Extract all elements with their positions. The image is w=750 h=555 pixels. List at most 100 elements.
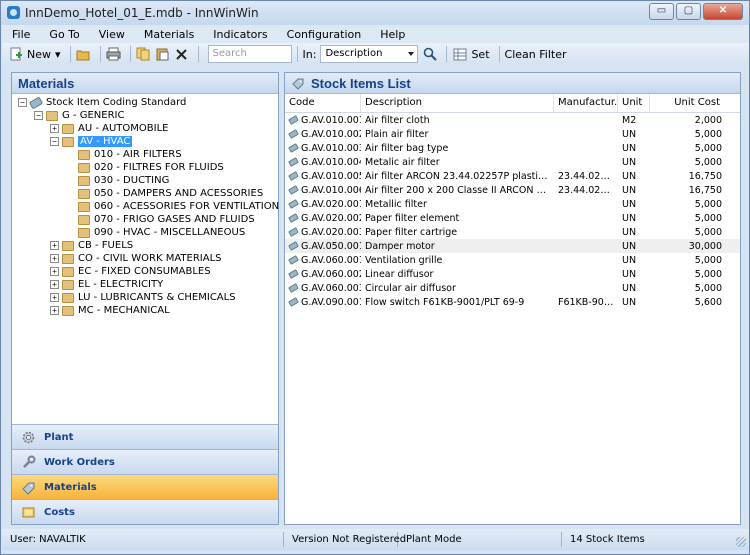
tree-node-lubricants[interactable]: + LU - LUBRICANTS & CHEMICALS bbox=[50, 291, 236, 304]
code-text: G.AV.010.003 bbox=[301, 142, 361, 154]
cell-unit: UN bbox=[622, 212, 637, 224]
expand-icon[interactable]: + bbox=[50, 267, 59, 276]
minimize-button[interactable]: ▭ bbox=[649, 3, 674, 20]
tree-node-air-filters[interactable]: 010 - AIR FILTERS bbox=[78, 148, 182, 161]
paste-icon[interactable] bbox=[155, 46, 171, 62]
column-header-description[interactable]: Description bbox=[361, 94, 554, 112]
table-row[interactable]: G.AV.010.005 Air filter ARCON 23.44.0225… bbox=[285, 169, 740, 183]
folder-icon bbox=[78, 188, 90, 199]
open-folder-icon[interactable] bbox=[76, 46, 92, 62]
cell-unit-cost: 5,000 bbox=[694, 282, 722, 294]
menu-indicators[interactable]: Indicators bbox=[213, 28, 267, 41]
clean-filter-button[interactable]: Clean Filter bbox=[505, 48, 567, 61]
cell-unit: UN bbox=[622, 282, 637, 294]
tree-node-coding-standard[interactable]: − Stock Item Coding Standard bbox=[18, 96, 186, 109]
new-button[interactable]: New bbox=[27, 48, 51, 61]
tree-node-civil-work[interactable]: + CO - CIVIL WORK MATERIALS bbox=[50, 252, 222, 265]
tree-node-frigo-gases[interactable]: 070 - FRIGO GASES AND FLUIDS bbox=[78, 213, 255, 226]
cell-unit: UN bbox=[622, 226, 637, 238]
tag-icon bbox=[288, 171, 299, 181]
table-row[interactable]: G.AV.010.003 Air filter bag type UN 5,00… bbox=[285, 141, 740, 155]
tree-node-ventilation-accessories[interactable]: 060 - ACESSORIES FOR VENTILATION bbox=[78, 200, 279, 213]
table-row[interactable]: G.AV.010.001 Air filter cloth M2 2,000 bbox=[285, 113, 740, 127]
tree-node-fuels[interactable]: + CB - FUELS bbox=[50, 239, 133, 252]
cell-unit: UN bbox=[622, 268, 637, 280]
table-row[interactable]: G.AV.010.006 Air filter 200 x 200 Classe… bbox=[285, 183, 740, 197]
table-row[interactable]: G.AV.020.002 Paper filter element UN 5,0… bbox=[285, 211, 740, 225]
expand-icon[interactable]: + bbox=[50, 241, 59, 250]
set-button[interactable]: Set bbox=[471, 48, 489, 61]
expand-icon[interactable]: + bbox=[50, 280, 59, 289]
materials-panel: Materials − Stock Item Coding Standard −… bbox=[11, 72, 279, 525]
menu-help[interactable]: Help bbox=[380, 28, 405, 41]
menu-configuration[interactable]: Configuration bbox=[287, 28, 362, 41]
collapse-icon[interactable]: − bbox=[18, 98, 27, 107]
navigation-pane: Plant Work Orders Materials Costs bbox=[12, 424, 278, 524]
menu-go-to[interactable]: Go To bbox=[49, 28, 79, 41]
tree-node-hvac[interactable]: − AV - HVAC bbox=[50, 135, 133, 148]
tree-node-filtres-fluids[interactable]: 020 - FILTRES FOR FLUIDS bbox=[78, 161, 224, 174]
cell-unit: UN bbox=[622, 142, 637, 154]
expand-icon[interactable]: + bbox=[50, 293, 59, 302]
nav-materials-button[interactable]: Materials bbox=[12, 474, 278, 499]
table-row[interactable]: G.AV.010.004 Metalic air filter UN 5,000 bbox=[285, 155, 740, 169]
table-row[interactable]: G.AV.020.001 Metallic filter UN 5,000 bbox=[285, 197, 740, 211]
nav-costs-button[interactable]: Costs bbox=[12, 499, 278, 524]
expand-icon[interactable]: + bbox=[50, 254, 59, 263]
expand-icon[interactable]: + bbox=[50, 306, 59, 315]
table-row-highlighted[interactable]: G.AV.050.001 Damper motor UN 30,000 bbox=[285, 239, 740, 253]
tag-icon bbox=[288, 157, 299, 167]
tree-node-dampers[interactable]: 050 - DAMPERS AND ACESSORIES bbox=[78, 187, 263, 200]
folder-icon bbox=[62, 292, 74, 303]
tree-node-label: CO - CIVIL WORK MATERIALS bbox=[78, 253, 222, 264]
menu-materials[interactable]: Materials bbox=[144, 28, 194, 41]
folder-icon bbox=[78, 214, 90, 225]
tree-node-automobile[interactable]: + AU - AUTOMOBILE bbox=[50, 122, 168, 135]
maximize-button[interactable]: ▢ bbox=[676, 3, 701, 20]
column-header-unit-cost[interactable]: Unit Cost bbox=[650, 94, 724, 112]
menu-view[interactable]: View bbox=[99, 28, 125, 41]
print-icon[interactable] bbox=[106, 46, 122, 62]
cell-unit: UN bbox=[622, 240, 637, 252]
tree-node-label: 050 - DAMPERS AND ACESSORIES bbox=[94, 188, 264, 199]
tree-node-label: AU - AUTOMOBILE bbox=[78, 123, 169, 134]
column-header-manufacturer[interactable]: Manufactur... bbox=[554, 94, 618, 112]
code-text: G.AV.060.002 bbox=[301, 268, 361, 280]
tree-node-fixed-consumables[interactable]: + EC - FIXED CONSUMABLES bbox=[50, 265, 211, 278]
table-row[interactable]: G.AV.060.002 Linear diffusor UN 5,000 bbox=[285, 267, 740, 281]
menu-file[interactable]: File bbox=[12, 28, 30, 41]
tree-node-hvac-misc[interactable]: 090 - HVAC - MISCELLANEOUS bbox=[78, 226, 245, 239]
collapse-icon[interactable]: − bbox=[50, 137, 59, 146]
search-input[interactable]: Search bbox=[207, 45, 292, 63]
expand-icon[interactable]: + bbox=[50, 124, 59, 133]
cell-unit: UN bbox=[622, 184, 637, 196]
close-button[interactable]: ✕ bbox=[703, 3, 743, 20]
nav-plant-button[interactable]: Plant bbox=[12, 424, 278, 449]
new-dropdown-icon[interactable]: ▾ bbox=[55, 48, 61, 61]
table-row[interactable]: G.AV.090.001 Flow switch F61KB-9001/PLT … bbox=[285, 295, 740, 309]
copy-icon[interactable] bbox=[136, 46, 152, 62]
search-icon[interactable] bbox=[422, 46, 438, 62]
tree-node-label: 070 - FRIGO GASES AND FLUIDS bbox=[94, 214, 255, 225]
cell-unit: UN bbox=[622, 170, 637, 182]
tree-node-electricity[interactable]: + EL - ELECTRICITY bbox=[50, 278, 163, 291]
column-header-unit[interactable]: Unit bbox=[618, 94, 650, 112]
table-row[interactable]: G.AV.060.003 Circular air diffusor UN 5,… bbox=[285, 281, 740, 295]
table-row[interactable]: G.AV.060.001 Ventilation grille UN 5,000 bbox=[285, 253, 740, 267]
nav-work-orders-button[interactable]: Work Orders bbox=[12, 449, 278, 474]
cell-description: Paper filter cartrige bbox=[365, 226, 458, 238]
resize-grip-icon[interactable] bbox=[736, 537, 746, 547]
cell-unit-cost: 2,000 bbox=[694, 114, 722, 126]
cell-unit-cost: 5,000 bbox=[694, 156, 722, 168]
tree-node-mechanical[interactable]: + MC - MECHANICAL bbox=[50, 304, 170, 317]
search-field-select[interactable]: Description bbox=[320, 45, 419, 63]
delete-icon[interactable] bbox=[174, 46, 190, 62]
tree-node-generic[interactable]: − G - GENERIC bbox=[34, 109, 124, 122]
cell-description: Damper motor bbox=[365, 240, 435, 252]
table-row[interactable]: G.AV.010.002 Plain air filter UN 5,000 bbox=[285, 127, 740, 141]
cell-unit-cost: 5,000 bbox=[694, 254, 722, 266]
tree-node-ducting[interactable]: 030 - DUCTING bbox=[78, 174, 169, 187]
collapse-icon[interactable]: − bbox=[34, 111, 43, 120]
table-row[interactable]: G.AV.020.003 Paper filter cartrige UN 5,… bbox=[285, 225, 740, 239]
column-header-code[interactable]: Code bbox=[285, 94, 361, 112]
